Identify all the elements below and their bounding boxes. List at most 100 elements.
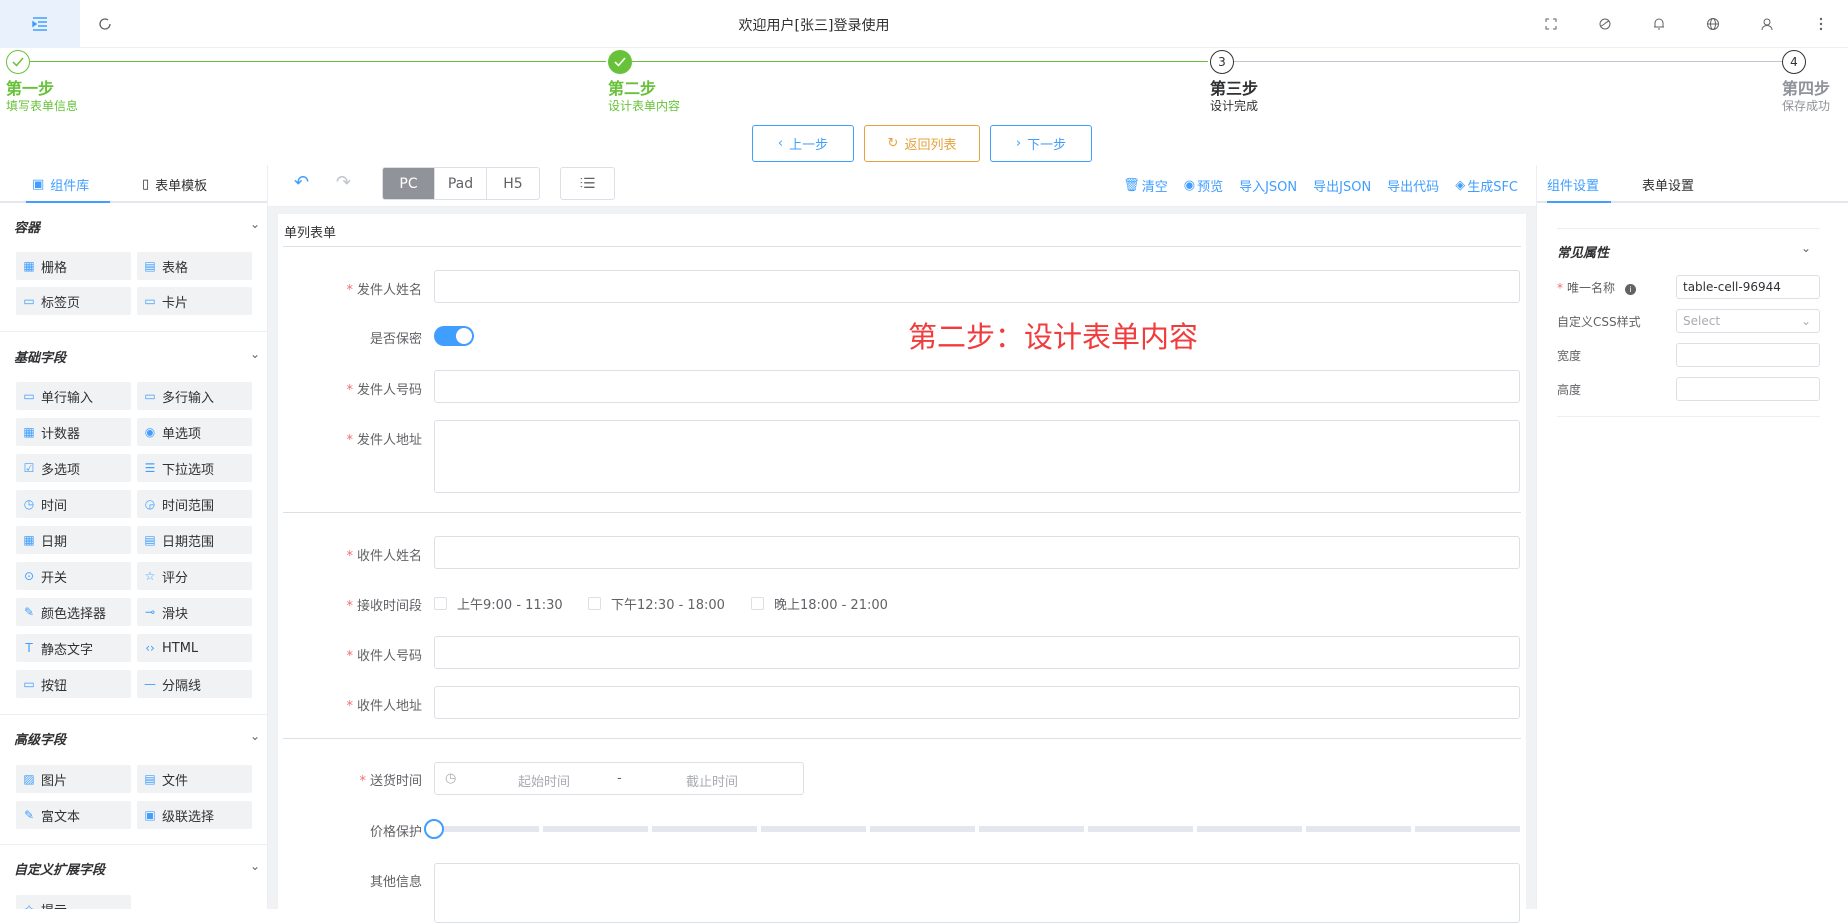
export-code-button[interactable]: 导出代码 — [1387, 176, 1439, 195]
height-input[interactable] — [1676, 377, 1820, 401]
undo-icon[interactable]: ↶ — [294, 172, 309, 193]
comp-select[interactable]: ☰ 下拉选项 — [137, 454, 252, 482]
tab-component-settings[interactable]: 组件设置 — [1547, 175, 1599, 194]
import-json-button[interactable]: 导入JSON — [1239, 176, 1297, 195]
comp-card[interactable]: ▭ 卡片 — [137, 287, 252, 315]
step-line-3 — [1234, 61, 1794, 62]
comp-number[interactable]: ▦ 计数器 — [16, 418, 131, 446]
comp-time-range[interactable]: ◶ 时间范围 — [137, 490, 252, 518]
number-icon: ▦ — [23, 425, 35, 439]
comp-textarea[interactable]: ▭ 多行输入 — [137, 382, 252, 410]
tab-form-settings[interactable]: 表单设置 — [1642, 175, 1694, 194]
sender-phone-input[interactable] — [434, 370, 1520, 403]
receiver-name-input[interactable] — [434, 536, 1520, 569]
component-icon: ▣ — [32, 177, 45, 192]
time-option-morning[interactable]: 上午9:00 - 11:30 — [434, 594, 563, 613]
step-1-title: 第一步 — [6, 79, 55, 98]
comp-radio[interactable]: ◉ 单选项 — [137, 418, 252, 446]
comp-time[interactable]: ◷ 时间 — [16, 490, 131, 518]
comp-switch[interactable]: ⊙ 开关 — [16, 562, 131, 590]
comp-html[interactable]: ‹› HTML — [137, 634, 252, 662]
export-json-button[interactable]: 导出JSON — [1313, 176, 1371, 195]
next-step-button[interactable]: › 下一步 — [990, 125, 1092, 162]
globe-icon[interactable] — [1686, 0, 1740, 48]
skin-icon[interactable] — [1578, 0, 1632, 48]
comp-color-picker[interactable]: ✎ 颜色选择器 — [16, 598, 131, 626]
device-pad-button[interactable]: Pad — [435, 168, 487, 199]
chevron-down-icon[interactable]: ⌄ — [1801, 241, 1811, 255]
bell-icon[interactable] — [1632, 0, 1686, 48]
comp-alert[interactable]: ✧提示 — [16, 895, 131, 909]
textarea-icon: ▭ — [144, 389, 156, 403]
receiver-phone-input[interactable] — [434, 636, 1520, 669]
comp-checkbox[interactable]: ☑ 多选项 — [16, 454, 131, 482]
more-icon[interactable] — [1794, 0, 1848, 48]
slider-segment — [1415, 826, 1520, 832]
chevron-down-icon[interactable]: ⌄ — [250, 347, 260, 361]
comp-date[interactable]: ▦ 日期 — [16, 526, 131, 554]
node-tree-button[interactable]: ⫶☰ — [560, 167, 615, 200]
generate-sfc-button[interactable]: ◈ 生成SFC — [1455, 176, 1518, 195]
switch-knob — [456, 328, 472, 344]
user-icon[interactable] — [1740, 0, 1794, 48]
redo-icon[interactable]: ↷ — [336, 172, 351, 193]
step-bar: 第一步 填写表单信息 第二步 设计表单内容 3 第三步 设计完成 4 第四步 保… — [0, 48, 1848, 120]
clear-button[interactable]: 🗑︎ 清空 — [1123, 176, 1168, 195]
back-to-list-button[interactable]: ↻ 返回列表 — [864, 125, 980, 162]
step-4-number: 4 — [1782, 50, 1806, 74]
comp-rich-text[interactable]: ✎ 富文本 — [16, 801, 131, 829]
device-h5-button[interactable]: H5 — [487, 168, 539, 199]
sender-address-textarea[interactable] — [434, 420, 1520, 493]
chevron-down-icon: ⌄ — [1800, 314, 1811, 328]
time-option-afternoon[interactable]: 下午12:30 - 18:00 — [588, 594, 725, 613]
price-protect-slider[interactable] — [424, 819, 1520, 839]
comp-button[interactable]: ▭ 按钮 — [16, 670, 131, 698]
time-option-evening[interactable]: 晚上18:00 - 21:00 — [751, 594, 888, 613]
step-1-desc: 填写表单信息 — [6, 99, 79, 113]
comp-divider[interactable]: — 分隔线 — [137, 670, 252, 698]
comp-date-range[interactable]: ▤ 日期范围 — [137, 526, 252, 554]
unique-name-input[interactable]: table-cell-96944 — [1676, 275, 1820, 299]
input-icon: ▭ — [23, 389, 35, 403]
comp-cascader[interactable]: ▣ 级联选择 — [137, 801, 252, 829]
comp-grid[interactable]: ▦ 栅格 — [16, 252, 131, 280]
section-basic-title: 基础字段 — [14, 351, 67, 366]
comp-tabs[interactable]: ▭ 标签页 — [16, 287, 131, 315]
label-height: 高度 — [1557, 383, 1582, 397]
comp-static-text[interactable]: T 静态文字 — [16, 634, 131, 662]
slider-segment — [434, 826, 539, 832]
label-width: 宽度 — [1557, 349, 1582, 363]
label-sender-name: * 发件人姓名 — [346, 283, 422, 298]
star-icon: ☆ — [144, 569, 156, 583]
preview-button[interactable]: ◉ 预览 — [1184, 176, 1223, 195]
comp-file[interactable]: ▤ 文件 — [137, 765, 252, 793]
delivery-time-range-picker[interactable]: ◷ 起始时间 - 截止时间 — [434, 762, 804, 795]
slider-segment — [1088, 826, 1193, 832]
divider-icon: — — [144, 677, 156, 691]
comp-table[interactable]: ▤ 表格 — [137, 252, 252, 280]
receiver-address-input[interactable] — [434, 686, 1520, 719]
comp-input[interactable]: ▭ 单行输入 — [16, 382, 131, 410]
slider-handle[interactable] — [424, 819, 444, 839]
other-info-textarea[interactable] — [434, 863, 1520, 923]
custom-css-select[interactable]: Select ⌄ — [1676, 309, 1820, 333]
chevron-down-icon[interactable]: ⌄ — [250, 729, 260, 743]
label-receiver-name: * 收件人姓名 — [346, 549, 422, 564]
sender-name-input[interactable] — [434, 270, 1520, 303]
form-title: 单列表单 — [284, 226, 337, 241]
device-pc-button[interactable]: PC — [383, 168, 435, 199]
section-custom-title: 自定义扩展字段 — [14, 863, 106, 878]
section-common-props: 常见属性 — [1557, 246, 1610, 261]
comp-image[interactable]: ▨ 图片 — [16, 765, 131, 793]
tab-component-library[interactable]: ▣ 组件库 — [32, 175, 89, 194]
chevron-down-icon[interactable]: ⌄ — [250, 217, 260, 231]
confidential-switch[interactable] — [434, 326, 474, 346]
comp-slider[interactable]: ⊸ 滑块 — [137, 598, 252, 626]
prev-step-button[interactable]: ‹ 上一步 — [752, 125, 854, 162]
component-library-panel: ▣ 组件库 ▯ 表单模板 容器 ⌄ ▦ 栅格 ▤ 表格 ▭ 标签页 ▭ 卡片 基础字段 ⌄ … — [0, 165, 268, 909]
fullscreen-icon[interactable] — [1524, 0, 1578, 48]
comp-rate[interactable]: ☆ 评分 — [137, 562, 252, 590]
tab-form-template[interactable]: ▯ 表单模板 — [142, 175, 207, 194]
step-2-desc: 设计表单内容 — [608, 99, 681, 113]
width-input[interactable] — [1676, 343, 1820, 367]
